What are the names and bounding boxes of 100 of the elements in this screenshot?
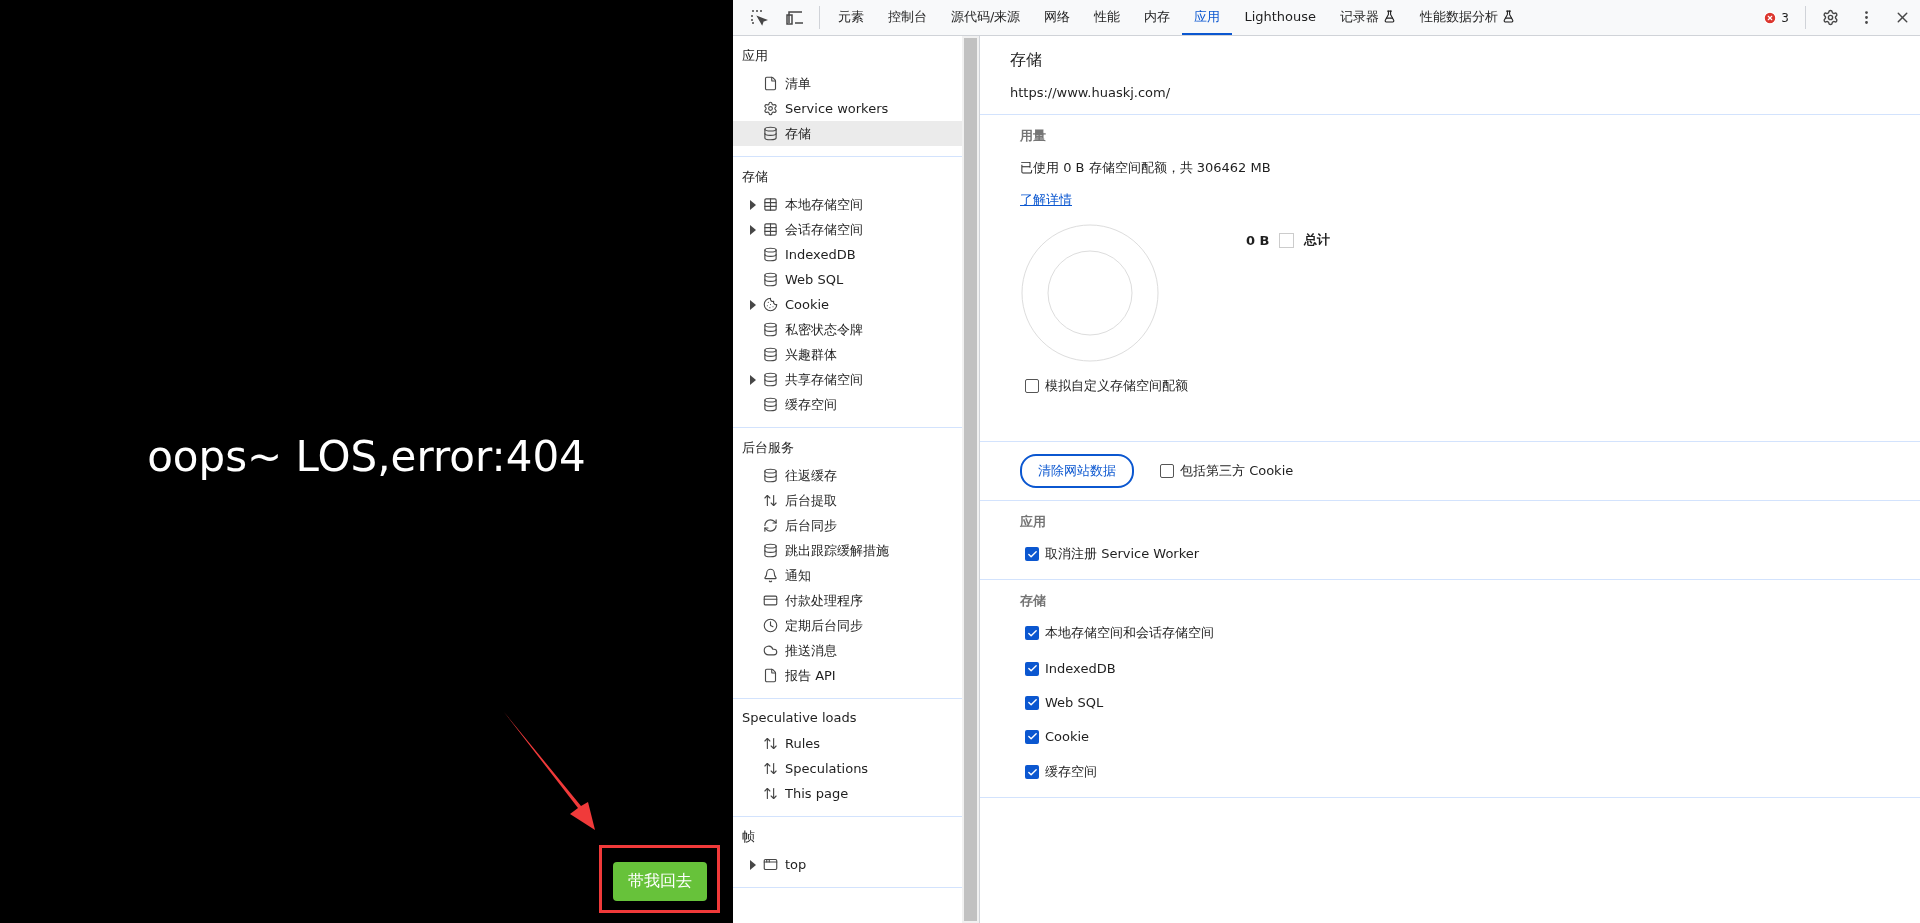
checkbox[interactable] bbox=[1025, 547, 1039, 561]
learn-more-link[interactable]: 了解详情 bbox=[1020, 191, 1072, 209]
checkbox-label: 模拟自定义存储空间配额 bbox=[1045, 377, 1188, 395]
sidebar-item[interactable]: 后台提取 bbox=[733, 488, 962, 513]
database-icon bbox=[763, 247, 778, 262]
origin-url: https://www.huaskj.com/ bbox=[1010, 85, 1172, 100]
window-icon bbox=[763, 857, 778, 872]
expand-arrow-icon[interactable] bbox=[749, 374, 757, 385]
sidebar-heading: Speculative loads bbox=[741, 709, 858, 727]
panel-tab[interactable]: Lighthouse bbox=[1232, 0, 1329, 35]
bell-icon bbox=[763, 568, 778, 583]
checkbox-label: 缓存空间 bbox=[1045, 763, 1097, 781]
database-icon bbox=[763, 543, 778, 558]
expand-arrow-icon[interactable] bbox=[749, 224, 757, 235]
error-icon bbox=[1763, 10, 1778, 25]
sync-icon bbox=[763, 518, 778, 533]
checkbox[interactable] bbox=[1025, 379, 1039, 393]
gear-icon bbox=[763, 101, 778, 116]
error-message: oops~ LOS,error:404 bbox=[147, 432, 586, 481]
panel-tab[interactable]: 控制台 bbox=[876, 0, 939, 35]
sidebar-item[interactable]: Cookie bbox=[733, 292, 962, 317]
up-down-arrows-icon bbox=[763, 761, 778, 776]
sidebar-item[interactable]: 往返缓存 bbox=[733, 463, 962, 488]
sidebar-item[interactable]: Speculations bbox=[733, 756, 962, 781]
panel-tab[interactable]: 内存 bbox=[1132, 0, 1183, 35]
panel-tab[interactable]: 网络 bbox=[1032, 0, 1083, 35]
database-icon bbox=[763, 322, 778, 337]
checkbox-label: 取消注册 Service Worker bbox=[1045, 545, 1200, 563]
up-down-arrows-icon bbox=[763, 786, 778, 801]
cloud-icon bbox=[763, 643, 778, 658]
sidebar-item[interactable]: 本地存储空间 bbox=[733, 192, 962, 217]
usage-text: 已使用 0 B 存储空间配额，共 306462 MB bbox=[1020, 159, 1272, 177]
file-icon bbox=[763, 76, 778, 91]
database-icon bbox=[763, 468, 778, 483]
checkbox[interactable] bbox=[1025, 661, 1039, 676]
sidebar-heading: 后台服务 bbox=[741, 439, 795, 457]
legend-value: 0 B bbox=[1246, 232, 1270, 248]
sidebar-heading: 应用 bbox=[741, 47, 769, 65]
clock-icon bbox=[763, 618, 778, 633]
scrollbar[interactable] bbox=[962, 36, 979, 923]
checkbox[interactable] bbox=[1025, 729, 1039, 744]
sidebar-item[interactable]: 会话存储空间 bbox=[733, 217, 962, 242]
expand-arrow-icon[interactable] bbox=[749, 299, 757, 310]
sidebar-item[interactable]: IndexedDB bbox=[733, 242, 962, 267]
sidebar-item[interactable]: 存储 bbox=[733, 121, 962, 146]
panel-tab[interactable]: 性能 bbox=[1082, 0, 1133, 35]
database-icon bbox=[763, 272, 778, 287]
sidebar-item[interactable]: 报告 API bbox=[733, 663, 962, 688]
database-icon bbox=[763, 397, 778, 412]
sidebar-item[interactable]: 付款处理程序 bbox=[733, 588, 962, 613]
checkbox[interactable] bbox=[1160, 464, 1174, 478]
sidebar-item[interactable]: 共享存储空间 bbox=[733, 367, 962, 392]
panel-tab[interactable]: 性能数据分析 bbox=[1408, 0, 1528, 35]
checkbox-label: 本地存储空间和会话存储空间 bbox=[1045, 624, 1214, 642]
checkbox-label: Web SQL bbox=[1045, 695, 1104, 710]
up-down-arrows-icon bbox=[763, 736, 778, 751]
panel-tab[interactable]: 应用 bbox=[1182, 0, 1233, 35]
expand-arrow-icon[interactable] bbox=[749, 199, 757, 210]
sidebar-item[interactable]: top bbox=[733, 852, 962, 877]
expand-arrow-icon[interactable] bbox=[749, 859, 757, 870]
table-icon bbox=[763, 197, 778, 212]
database-icon bbox=[763, 372, 778, 387]
checkbox-label: 包括第三方 Cookie bbox=[1180, 462, 1294, 480]
checkbox-label: Cookie bbox=[1045, 729, 1090, 744]
sidebar-item[interactable]: 私密状态令牌 bbox=[733, 317, 962, 342]
checkbox[interactable] bbox=[1025, 695, 1039, 710]
cookie-icon bbox=[763, 297, 778, 312]
file-icon bbox=[763, 668, 778, 683]
legend-label: 总计 bbox=[1304, 231, 1331, 249]
sidebar-item[interactable]: 通知 bbox=[733, 563, 962, 588]
database-icon bbox=[763, 126, 778, 141]
legend-swatch bbox=[1279, 232, 1295, 248]
sidebar-heading: 存储 bbox=[741, 168, 769, 186]
checkbox-label: IndexedDB bbox=[1045, 661, 1116, 676]
sidebar-item[interactable]: 后台同步 bbox=[733, 513, 962, 538]
sidebar-item[interactable]: 定期后台同步 bbox=[733, 613, 962, 638]
sidebar-item[interactable]: 跳出跟踪缓解措施 bbox=[733, 538, 962, 563]
table-icon bbox=[763, 222, 778, 237]
sidebar-item[interactable]: This page bbox=[733, 781, 962, 806]
up-down-arrows-icon bbox=[763, 493, 778, 508]
error-count[interactable]: 3 bbox=[1753, 0, 1799, 35]
sidebar-heading: 帧 bbox=[741, 828, 756, 846]
sidebar-item[interactable]: 清单 bbox=[733, 71, 962, 96]
card-icon bbox=[763, 593, 778, 608]
section-heading: 存储 bbox=[1020, 592, 1047, 610]
section-heading: 应用 bbox=[1020, 513, 1047, 531]
panel-tab[interactable]: 记录器 bbox=[1328, 0, 1409, 35]
sidebar-item[interactable]: 兴趣群体 bbox=[733, 342, 962, 367]
sidebar-item[interactable]: Web SQL bbox=[733, 267, 962, 292]
panel-tab[interactable]: 源代码/来源 bbox=[939, 0, 1033, 35]
database-icon bbox=[763, 347, 778, 362]
sidebar-item[interactable]: Rules bbox=[733, 731, 962, 756]
error-count-text: 3 bbox=[1781, 10, 1789, 25]
sidebar-item[interactable]: 推送消息 bbox=[733, 638, 962, 663]
clear-site-data-button[interactable]: 清除网站数据 bbox=[1020, 454, 1134, 488]
checkbox[interactable] bbox=[1025, 765, 1039, 779]
panel-tab[interactable]: 元素 bbox=[826, 0, 876, 35]
sidebar-item[interactable]: 缓存空间 bbox=[733, 392, 962, 417]
checkbox[interactable] bbox=[1025, 626, 1039, 640]
sidebar-item[interactable]: Service workers bbox=[733, 96, 962, 121]
